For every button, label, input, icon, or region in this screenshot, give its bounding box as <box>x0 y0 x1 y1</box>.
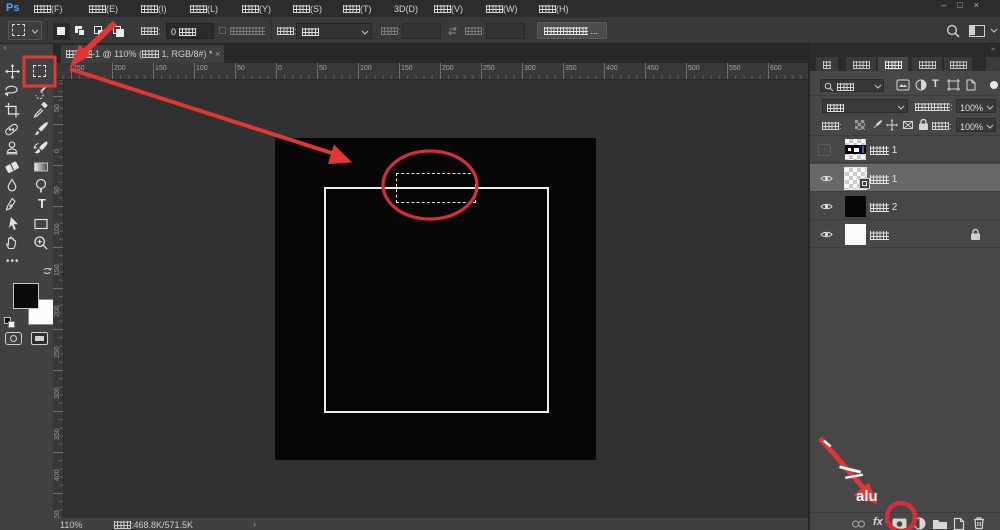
svg-text:alu: alu <box>856 488 878 505</box>
